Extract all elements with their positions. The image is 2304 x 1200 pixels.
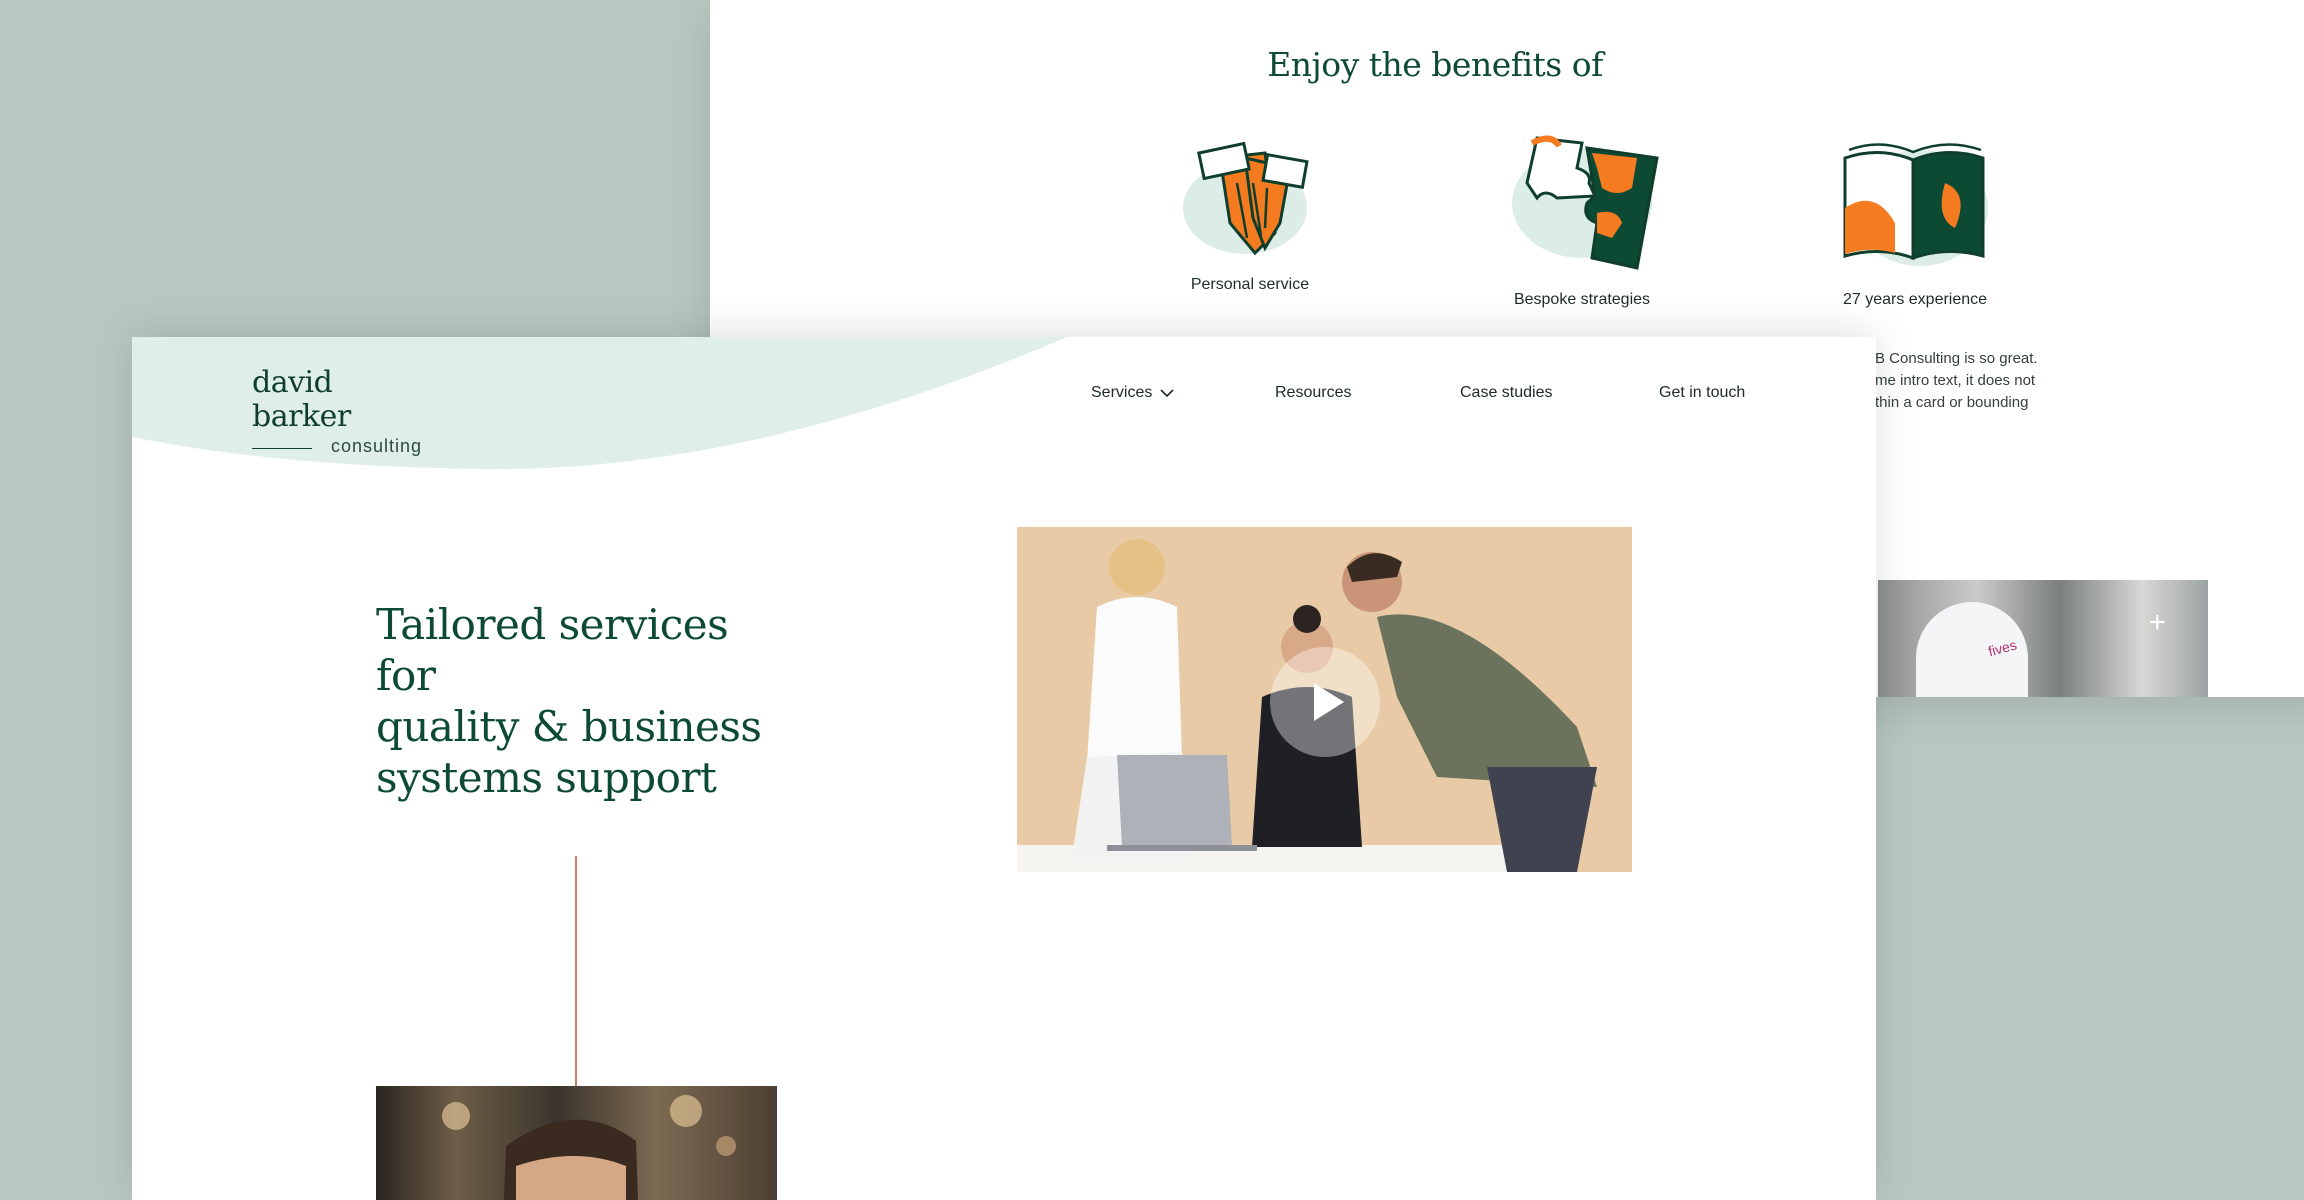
benefit-label: Bespoke strategies	[1513, 291, 1651, 308]
plus-icon[interactable]: +	[2148, 608, 2166, 638]
hero-title-line: quality & business	[376, 702, 762, 751]
logo[interactable]: david barker consulting	[252, 366, 422, 458]
accent-line	[575, 856, 577, 1111]
benefit-label: 27 years experience	[1842, 291, 1988, 308]
case-study-photo[interactable]: fives +	[1878, 580, 2208, 697]
logo-subtitle: consulting	[252, 436, 422, 458]
benefit-description: B Consulting is so great. me intro text,…	[1875, 348, 2105, 414]
hero-video[interactable]	[1017, 527, 1632, 872]
hero-title: Tailored services for quality & business…	[376, 599, 796, 803]
puzzle-icon	[1512, 135, 1659, 270]
logo-sub-text: consulting	[330, 436, 422, 456]
desc-line: me intro text, it does not	[1875, 372, 2036, 389]
desc-line: thin a card or bounding	[1875, 394, 2029, 411]
nav-case-studies[interactable]: Case studies	[1460, 384, 1553, 402]
benefit-27-years-experience: 27 years experience	[1785, 128, 2045, 309]
hero-title-line: systems support	[376, 753, 717, 802]
hero-title-line: Tailored services for	[376, 600, 729, 700]
portrait-image	[442, 1095, 736, 1200]
book-icon	[1843, 143, 1988, 266]
benefit-bespoke-strategies: Bespoke strategies	[1452, 128, 1712, 309]
nav-resources[interactable]: Resources	[1275, 384, 1351, 402]
logo-name: david barker	[252, 365, 351, 434]
logo-rule	[252, 448, 312, 449]
home-page: david barker consulting Services Resourc…	[132, 337, 1876, 1200]
nav-services[interactable]: Services	[1091, 384, 1174, 402]
nav-services-label: Services	[1091, 384, 1153, 401]
nav-get-in-touch[interactable]: Get in touch	[1659, 384, 1745, 402]
benefits-title: Enjoy the benefits of	[1267, 45, 1603, 84]
play-icon	[1314, 683, 1344, 721]
benefit-personal-service: Personal service	[1120, 128, 1380, 294]
benefit-label: Personal service	[1190, 276, 1310, 293]
portrait-photo	[376, 1086, 777, 1200]
play-button[interactable]	[1270, 647, 1380, 757]
desc-line: B Consulting is so great.	[1875, 350, 2038, 367]
chevron-down-icon	[1160, 388, 1174, 397]
hands-icon	[1183, 141, 1309, 256]
